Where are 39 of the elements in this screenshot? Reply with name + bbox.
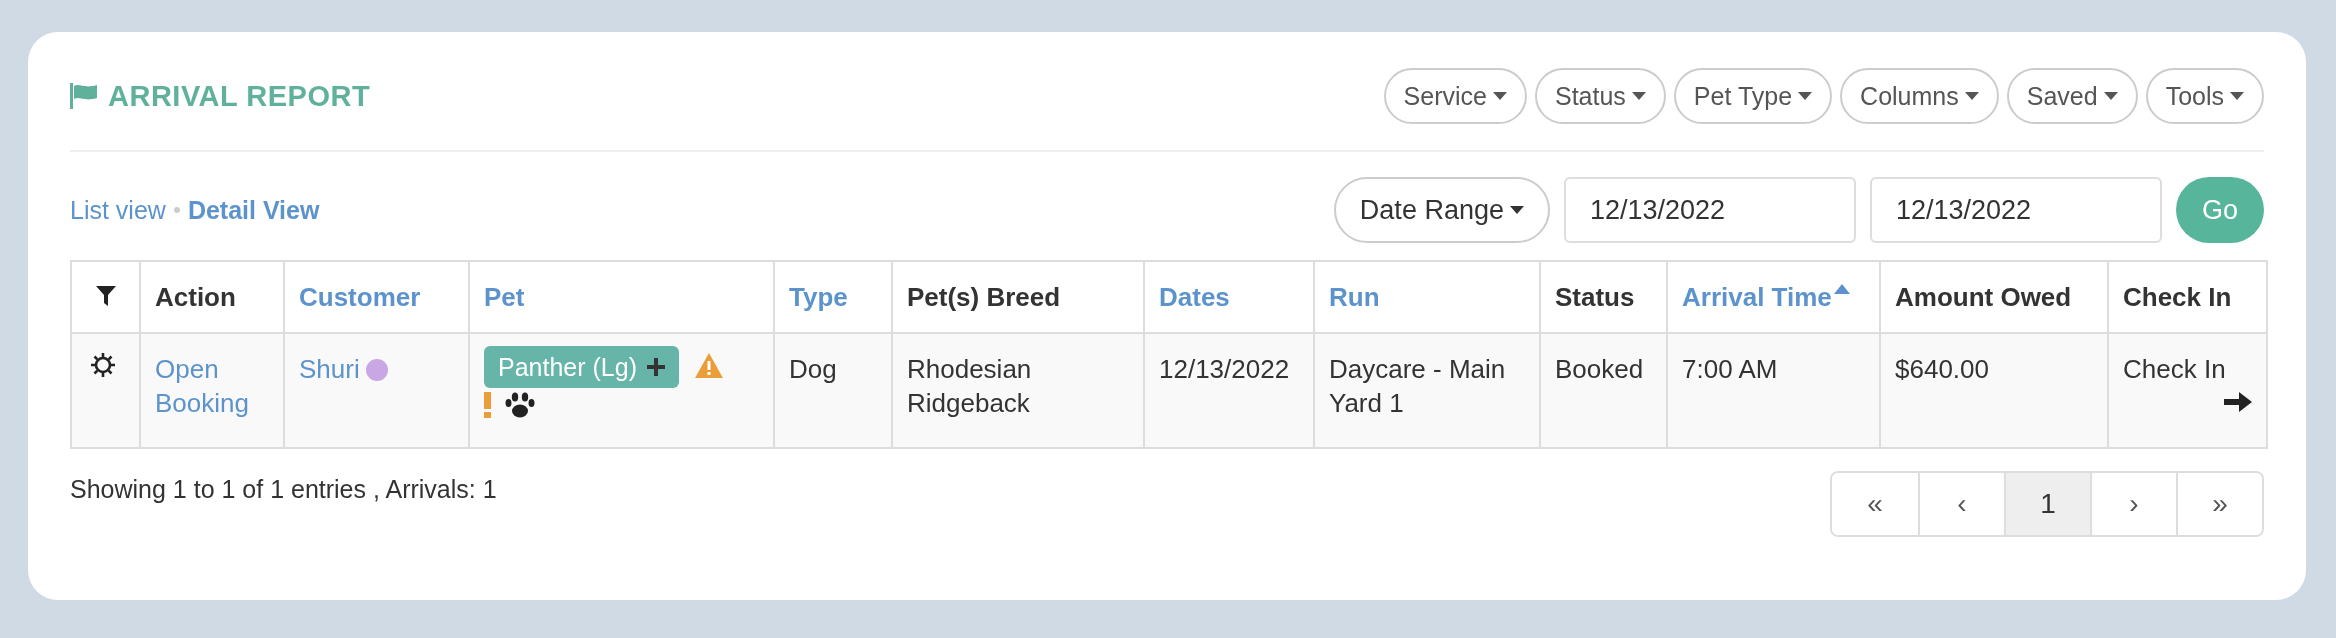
entries-summary: Showing 1 to 1 of 1 entries , Arrivals: 1	[70, 475, 497, 504]
table-cell: Daycare - Main Yard 1	[1329, 354, 1506, 418]
gear-icon[interactable]	[90, 352, 116, 378]
table-cell: $640.00	[1895, 354, 1989, 384]
check-in-label: Check In	[2123, 353, 2226, 386]
table-cell: Rhodesian Ridgeback	[907, 354, 1032, 418]
caret-icon	[1964, 92, 1979, 100]
flag-icon	[70, 83, 98, 109]
paw-icon	[505, 392, 535, 418]
filter-dropdown-button[interactable]: Service	[1383, 68, 1527, 124]
date-range-dropdown-button[interactable]: Date Range	[1333, 177, 1550, 243]
start-date-field[interactable]: 12/13/2022	[1563, 177, 1856, 243]
page-button[interactable]: »	[2176, 473, 2262, 535]
arrow-right-icon[interactable]	[2224, 390, 2252, 414]
caret-icon	[1509, 206, 1524, 214]
plus-icon	[646, 358, 665, 376]
caret-icon	[2230, 92, 2244, 100]
page-button[interactable]: 1	[2004, 473, 2090, 535]
caret-icon	[1798, 92, 1813, 100]
filter-dropdown-button[interactable]: Saved	[2006, 68, 2138, 124]
column-header: Action	[155, 281, 236, 312]
table-cell: 12/13/2022	[1159, 354, 1290, 384]
filter-dropdown-button[interactable]: Columns	[1840, 68, 1999, 124]
end-date-field[interactable]: 12/13/2022	[1869, 177, 2162, 243]
caret-icon	[1493, 92, 1507, 100]
report-title: ARRIVAL REPORT	[108, 79, 371, 113]
caret-icon	[2103, 92, 2118, 100]
column-header: Check In	[2123, 281, 2232, 312]
table-cell: Dog	[789, 354, 837, 384]
column-header: Amount Owed	[1895, 281, 2072, 312]
column-header: Status	[1555, 281, 1635, 312]
caret-icon	[1631, 92, 1646, 100]
column-header: Pet(s) Breed	[907, 281, 1061, 312]
filter-dropdown-button[interactable]: Tools	[2145, 68, 2264, 124]
table-cell: 7:00 AM	[1682, 354, 1778, 384]
table-cell: Booked	[1555, 354, 1644, 384]
filter-icon[interactable]	[95, 285, 116, 306]
filter-dropdown-button[interactable]: Pet Type	[1673, 68, 1833, 124]
filter-dropdown-button[interactable]: Status	[1535, 68, 1666, 124]
